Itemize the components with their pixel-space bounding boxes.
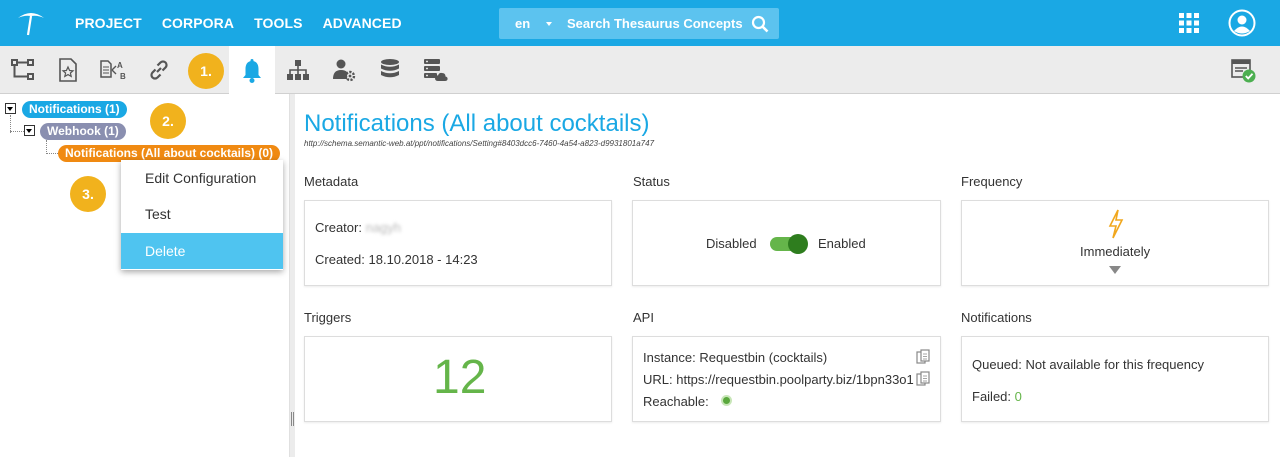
toggle-knob bbox=[788, 234, 808, 254]
tree-node-notifications[interactable]: Notifications (1) bbox=[22, 101, 127, 118]
menu-tools[interactable]: TOOLS bbox=[254, 15, 302, 31]
tab-concept-scheme[interactable] bbox=[45, 46, 91, 94]
tree-toggle-webhook-icon[interactable] bbox=[24, 125, 35, 136]
api-reachable-label: Reachable: bbox=[643, 394, 709, 409]
frequency-label: Frequency bbox=[961, 174, 1023, 189]
poolparty-logo-icon[interactable] bbox=[16, 9, 46, 37]
search-input[interactable]: Search Thesaurus Concepts bbox=[567, 8, 743, 39]
frequency-dropdown-caret-icon[interactable] bbox=[1109, 266, 1121, 274]
api-instance: Instance: Requestbin (cocktails) bbox=[643, 350, 828, 365]
tab-notifications[interactable] bbox=[229, 46, 275, 95]
frequency-value[interactable]: Immediately bbox=[1080, 244, 1150, 259]
failed-value: 0 bbox=[1014, 389, 1022, 404]
caret-down-icon bbox=[546, 22, 552, 26]
failed-label: Failed: bbox=[972, 389, 1012, 404]
page-title: Notifications (All about cocktails) bbox=[304, 110, 650, 137]
svg-text:B: B bbox=[120, 72, 126, 81]
triggers-count: 12 bbox=[433, 351, 487, 404]
notifications-card: Queued: Not available for this frequency… bbox=[961, 336, 1269, 422]
org-chart-icon bbox=[287, 60, 309, 80]
tab-server[interactable] bbox=[412, 46, 458, 94]
tree-connector bbox=[46, 140, 47, 154]
step-marker-2: 2. bbox=[150, 103, 186, 139]
tab-hierarchy[interactable] bbox=[0, 46, 46, 94]
user-settings-icon bbox=[333, 59, 356, 82]
tree-node-webhook[interactable]: Webhook (1) bbox=[40, 123, 126, 140]
tab-users[interactable] bbox=[321, 46, 367, 94]
server-cloud-icon bbox=[424, 59, 448, 81]
copy-url-icon[interactable] bbox=[916, 371, 930, 387]
status-disabled-label: Disabled bbox=[706, 236, 757, 251]
created-value: 18.10.2018 - 14:23 bbox=[368, 252, 478, 267]
notification-detail-view: Notifications (All about cocktails) http… bbox=[295, 94, 1280, 457]
menu-item-edit-configuration[interactable]: Edit Configuration bbox=[121, 160, 283, 196]
status-enabled-label: Enabled bbox=[818, 236, 866, 251]
copy-instance-icon[interactable] bbox=[916, 349, 930, 365]
hierarchy-tree-icon bbox=[11, 59, 34, 80]
step-marker-1: 1. bbox=[188, 53, 224, 89]
tab-structure[interactable] bbox=[275, 46, 321, 94]
tree-connector bbox=[46, 153, 58, 154]
tree-toggle-root-icon[interactable] bbox=[5, 103, 16, 114]
setting-uri: http://schema.semantic-web.at/ppt/notifi… bbox=[304, 139, 655, 148]
menu-item-test[interactable]: Test bbox=[121, 196, 283, 232]
menu-corpora[interactable]: CORPORA bbox=[162, 15, 234, 31]
status-card: Disabled Enabled bbox=[632, 200, 941, 286]
link-icon bbox=[150, 60, 168, 80]
reachable-status-dot-icon bbox=[721, 395, 732, 406]
menu-project[interactable]: PROJECT bbox=[75, 15, 142, 31]
user-account-icon[interactable] bbox=[1228, 9, 1256, 37]
api-url: URL: https://requestbin.poolparty.biz/1b… bbox=[643, 372, 914, 387]
created-label: Created: bbox=[315, 252, 365, 267]
triggers-card: 12 bbox=[304, 336, 612, 422]
created-row: Created: 18.10.2018 - 14:23 bbox=[315, 252, 478, 267]
lightning-bolt-icon bbox=[1108, 209, 1124, 239]
creator-row: Creator: nagyh bbox=[315, 220, 401, 235]
tree-connector bbox=[10, 131, 24, 132]
status-ok-icon bbox=[1231, 59, 1256, 83]
creator-label: Creator: bbox=[315, 220, 362, 235]
menu-item-delete[interactable]: Delete bbox=[121, 233, 283, 269]
search-bar: en Search Thesaurus Concepts bbox=[499, 8, 779, 39]
tab-status-check[interactable] bbox=[1220, 46, 1266, 94]
tab-database[interactable] bbox=[367, 46, 413, 94]
tab-linking[interactable] bbox=[136, 46, 182, 94]
tab-mapping[interactable]: A B bbox=[90, 46, 136, 94]
document-ab-icon: A B bbox=[100, 60, 126, 81]
search-icon[interactable] bbox=[751, 15, 769, 33]
creator-value: nagyh bbox=[365, 220, 402, 235]
context-menu: Edit Configuration Test Delete bbox=[121, 160, 283, 270]
bell-icon bbox=[243, 58, 261, 83]
frequency-card: Immediately bbox=[961, 200, 1269, 286]
failed-row: Failed: 0 bbox=[972, 389, 1022, 404]
splitter-grip-icon[interactable] bbox=[291, 412, 294, 426]
main-menu: PROJECT CORPORA TOOLS ADVANCED bbox=[75, 15, 422, 31]
database-icon bbox=[381, 59, 399, 78]
notifications-label: Notifications bbox=[961, 310, 1032, 325]
metadata-card: Creator: nagyh Created: 18.10.2018 - 14:… bbox=[304, 200, 612, 286]
document-star-icon bbox=[59, 58, 77, 82]
queued-text: Queued: Not available for this frequency bbox=[972, 357, 1204, 372]
status-label: Status bbox=[633, 174, 670, 189]
metadata-label: Metadata bbox=[304, 174, 359, 189]
step-marker-3: 3. bbox=[70, 176, 106, 212]
apps-grid-icon[interactable] bbox=[1179, 13, 1199, 33]
top-navigation-bar: PROJECT CORPORA TOOLS ADVANCED en Search… bbox=[0, 0, 1280, 46]
svg-text:A: A bbox=[117, 61, 123, 70]
api-label: API bbox=[633, 310, 654, 325]
triggers-label: Triggers bbox=[304, 310, 352, 325]
api-card: Instance: Requestbin (cocktails) URL: ht… bbox=[632, 336, 941, 422]
menu-advanced[interactable]: ADVANCED bbox=[323, 15, 402, 31]
status-toggle-switch[interactable] bbox=[770, 234, 808, 254]
